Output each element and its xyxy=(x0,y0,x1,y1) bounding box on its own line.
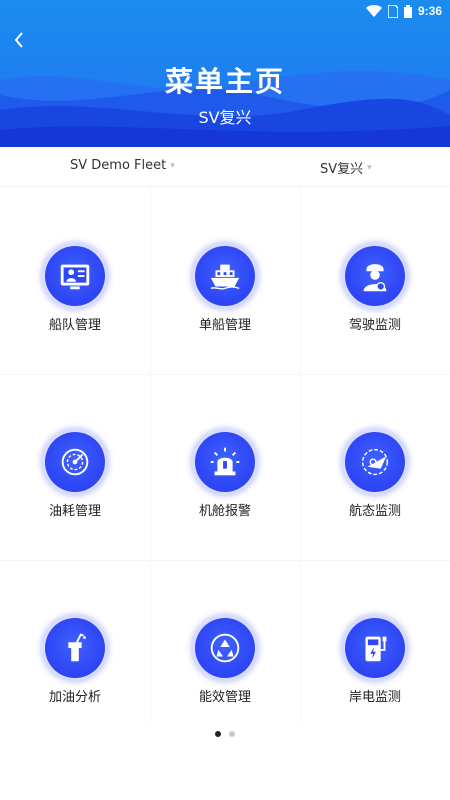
header: 9:36 菜单主页 SV复兴 xyxy=(0,0,450,147)
menu-item-fleet-management[interactable]: 船队管理 xyxy=(0,246,150,356)
back-button[interactable] xyxy=(8,28,32,52)
page-dot[interactable] xyxy=(229,731,235,737)
page-title: 菜单主页 xyxy=(164,65,285,98)
menu-item-fuel-management[interactable]: 油耗管理 xyxy=(0,432,150,542)
fleet-selector[interactable]: SV Demo Fleet ▾ xyxy=(70,158,175,173)
menu-item-label: 能效管理 xyxy=(198,690,251,705)
grid-divider xyxy=(0,560,450,561)
fleet-selector-label: SV Demo Fleet xyxy=(70,158,167,173)
fuel-nozzle-icon xyxy=(45,618,105,678)
fleet-manager-icon xyxy=(45,246,105,306)
menu-item-driving-monitor[interactable]: 驾驶监测 xyxy=(300,246,450,356)
menu-item-label: 油耗管理 xyxy=(48,504,101,519)
ship-selector[interactable]: SV复兴 ▾ xyxy=(320,158,372,177)
ship-icon xyxy=(195,246,255,306)
ship-selector-label: SV复兴 xyxy=(320,162,364,177)
battery-icon xyxy=(403,4,412,18)
charging-station-icon xyxy=(345,618,405,678)
menu-item-fueling-analysis[interactable]: 加油分析 xyxy=(0,618,150,728)
sim-card-icon xyxy=(387,4,398,18)
menu-item-label: 加油分析 xyxy=(48,690,101,705)
menu-item-label: 航态监测 xyxy=(348,504,401,519)
page-subtitle: SV复兴 xyxy=(198,108,252,127)
menu-item-label: 岸电监测 xyxy=(348,690,401,705)
status-bar: 9:36 xyxy=(0,0,450,22)
selector-row: SV Demo Fleet ▾ SV复兴 ▾ xyxy=(0,147,450,187)
menu-item-label: 机舱报警 xyxy=(198,504,251,519)
menu-item-label: 驾驶监测 xyxy=(348,318,401,333)
recycle-icon xyxy=(195,618,255,678)
captain-icon xyxy=(345,246,405,306)
fuel-gauge-icon xyxy=(45,432,105,492)
page-dot-active[interactable] xyxy=(215,731,221,737)
wifi-icon xyxy=(365,5,382,17)
menu-item-energy-efficiency[interactable]: 能效管理 xyxy=(150,618,300,728)
menu-item-shore-power-monitor[interactable]: 岸电监测 xyxy=(300,618,450,728)
menu-item-engine-alarm[interactable]: 机舱报警 xyxy=(150,432,300,542)
caret-down-icon: ▾ xyxy=(170,160,175,171)
chevron-left-icon xyxy=(14,32,23,48)
menu-item-label: 船队管理 xyxy=(48,318,101,333)
grid-divider xyxy=(0,374,450,375)
menu-item-navigation-monitor[interactable]: 航态监测 xyxy=(300,432,450,542)
menu-item-label: 单船管理 xyxy=(198,318,251,333)
menu-item-ship-management[interactable]: 单船管理 xyxy=(150,246,300,356)
alarm-icon xyxy=(195,432,255,492)
menu-grid: 船队管理 单船管理 驾驶监测 油耗管理 机舱报警 航态监测 加油分析 能效管理 … xyxy=(0,188,450,723)
status-time: 9:36 xyxy=(417,4,442,18)
caret-down-icon: ▾ xyxy=(367,162,372,173)
radar-icon xyxy=(345,432,405,492)
page-indicator xyxy=(0,731,450,737)
